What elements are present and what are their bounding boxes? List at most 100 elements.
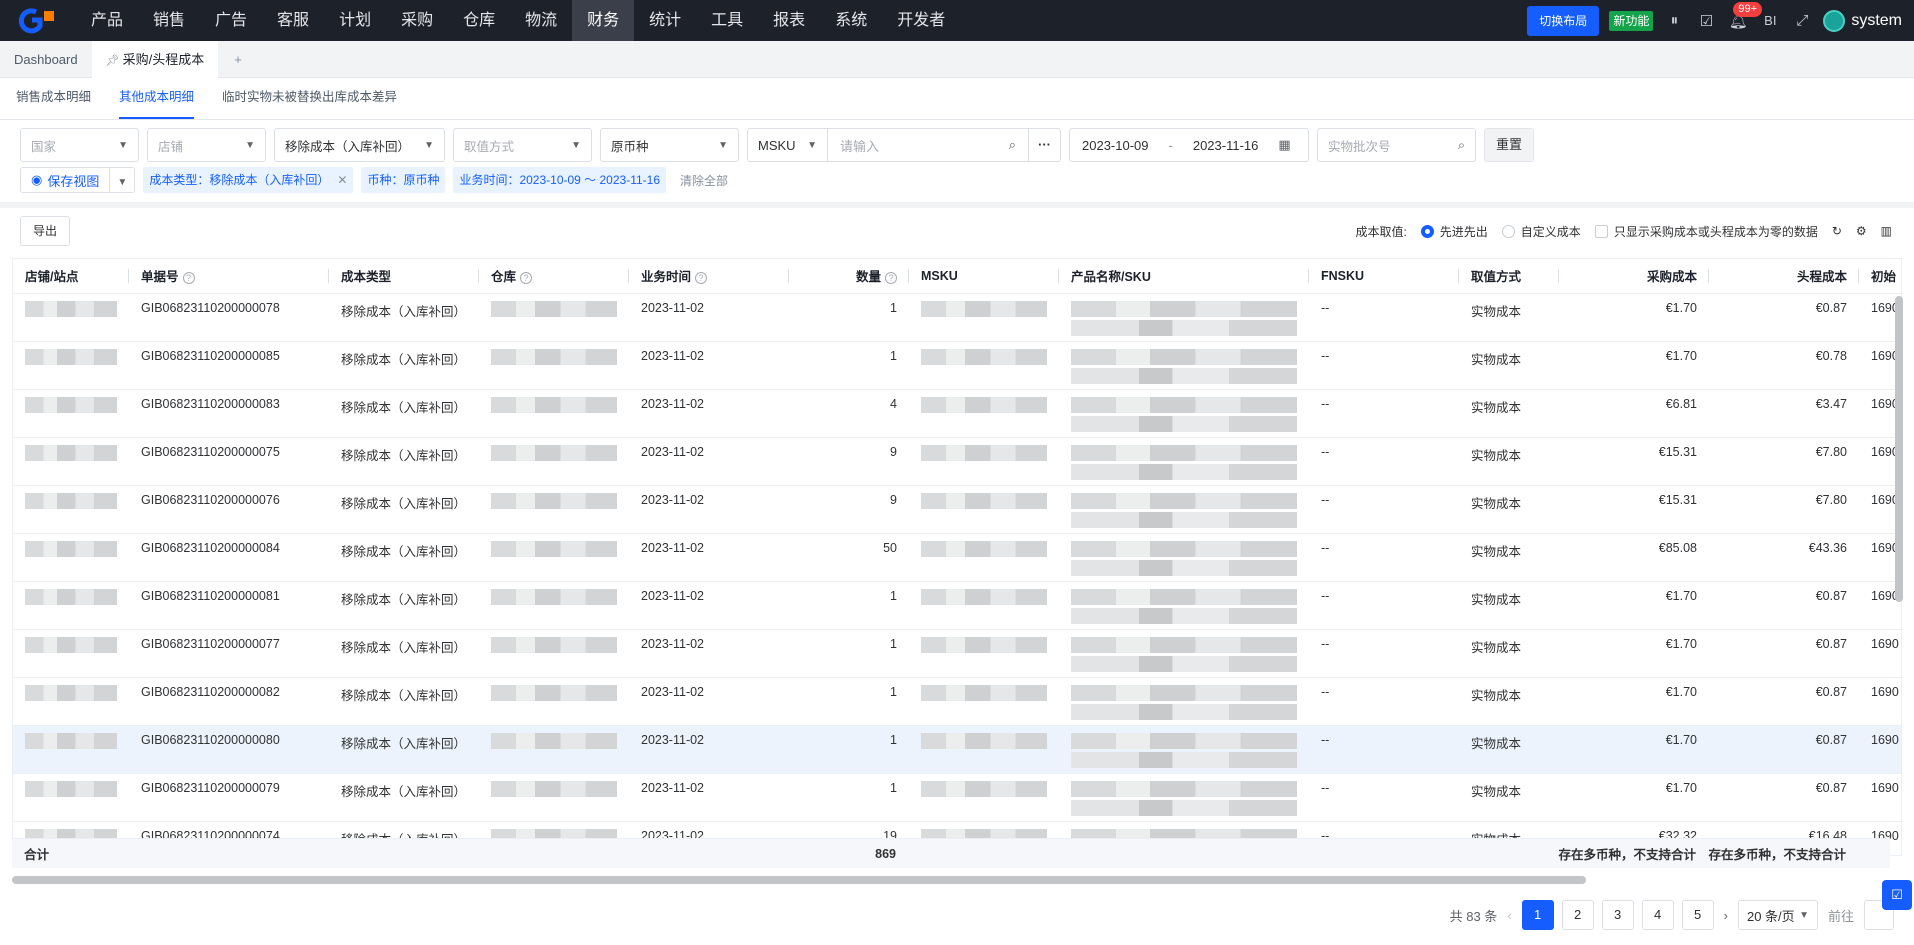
bi-link[interactable]: BI [1759,13,1781,28]
subtab-temp-diff[interactable]: 临时实物未被替换出库成本差异 [222,78,397,119]
table-row[interactable]: GIB06823110200000075 移除成本（入库补回） 2023-11-02… [13,437,1901,486]
nav-item[interactable]: 计划 [324,0,386,41]
nav-item[interactable]: 开发者 [882,0,960,41]
col-biz-time[interactable]: 业务时间? [629,259,789,294]
table-row[interactable]: GIB06823110200000076 移除成本（入库补回） 2023-11-02… [13,485,1901,534]
gear-icon[interactable]: ⚙ [1856,224,1867,238]
table-row[interactable]: GIB06823110200000079 移除成本（入库补回） 2023-11-02… [13,773,1901,822]
bell-icon[interactable]: 🔔︎ 99+ [1727,1,1762,30]
cost-type-select[interactable]: 移除成本（入库补回） ▼ [274,128,445,162]
close-icon[interactable]: ✕ [337,167,347,193]
more-options-button[interactable]: ··· [1028,129,1060,161]
help-icon[interactable]: ? [182,272,195,285]
col-purchase-cost[interactable]: 采购成本 [1559,259,1709,294]
cell-product [1059,389,1309,438]
nav-item[interactable]: 工具 [696,0,758,41]
redacted-msku [921,396,1047,413]
prev-page-icon[interactable]: ‹ [1507,908,1511,923]
value-method-select[interactable]: 取值方式 ▼ [453,128,592,162]
nav-item[interactable]: 仓库 [448,0,510,41]
table-row[interactable]: GIB06823110200000078 移除成本（入库补回） 2023-11-02… [13,293,1901,342]
col-warehouse[interactable]: 仓库? [479,259,629,294]
col-method[interactable]: 取值方式 [1459,259,1559,294]
page-button[interactable]: 4 [1641,900,1674,930]
table-row[interactable]: GIB06823110200000083 移除成本（入库补回） 2023-11-02… [13,389,1901,438]
col-doc[interactable]: 单据号? [129,259,329,294]
search-icon[interactable]: ⌕ [1458,138,1465,153]
col-init[interactable]: 初始 [1859,259,1901,294]
cell-msku [909,581,1059,630]
nav-item[interactable]: 客服 [262,0,324,41]
switch-layout-button[interactable]: 切换布局 [1527,5,1600,36]
nav-item[interactable]: 系统 [820,0,882,41]
next-page-icon[interactable]: › [1724,908,1728,923]
page-size-select[interactable]: 20 条/页 ▼ [1737,900,1818,930]
cell-doc: GIB06823110200000077 [129,629,329,678]
fullscreen-icon[interactable]: ⤢ [1791,12,1813,29]
table-row[interactable]: GIB06823110200000081 移除成本（入库补回） 2023-11-02… [13,581,1901,630]
store-select[interactable]: 店铺 ▼ [147,128,266,162]
nav-item[interactable]: 财务 [572,0,635,41]
refresh-icon[interactable]: ↻ [1832,224,1842,238]
search-icon[interactable]: ⌕ [1009,137,1016,153]
horizontal-scrollbar[interactable] [12,876,1586,884]
table-row[interactable]: GIB06823110200000085 移除成本（入库补回） 2023-11-02… [13,341,1901,390]
new-feature-button[interactable]: 新功能 [1609,10,1654,31]
help-icon[interactable]: ? [885,272,897,285]
date-range-picker[interactable]: 2023-10-09 - 2023-11-16 ▦ [1069,128,1309,162]
table-row[interactable]: GIB06823110200000084 移除成本（入库补回） 2023-11-02… [13,533,1901,582]
tab-current[interactable]: 📌︎ 采购/头程成本 [91,41,219,78]
app-logo[interactable] [0,0,76,41]
nav-item[interactable]: 广告 [200,0,262,41]
currency-select[interactable]: 原币种 ▼ [600,128,739,162]
nav-item[interactable]: 统计 [634,0,696,41]
clear-all-link[interactable]: 清除全部 [680,172,728,189]
cell-product [1059,341,1309,390]
save-view-button[interactable]: ◉ 保存视图 [21,168,111,192]
nav-item[interactable]: 产品 [76,0,138,41]
page-button[interactable]: 5 [1681,900,1714,930]
tab-dashboard[interactable]: Dashboard [0,41,92,78]
only-zero-checkbox[interactable]: 只显示采购成本或头程成本为零的数据 [1594,223,1818,240]
page-button[interactable]: 3 [1601,900,1634,930]
export-button[interactable]: 导出 [20,216,70,246]
page-button[interactable]: 2 [1561,900,1594,930]
cell-qty: 50 [789,533,909,582]
vertical-scrollbar[interactable] [1895,296,1903,602]
subtab-other-cost[interactable]: 其他成本明细 [119,78,195,119]
custom-cost-radio[interactable]: 自定义成本 [1501,223,1581,240]
msku-input[interactable]: 请输入 ⌕ [828,129,1028,161]
table-row[interactable]: GIB06823110200000077 移除成本（入库补回） 2023-11-02… [13,629,1901,678]
help-icon[interactable]: ? [695,272,708,285]
col-store[interactable]: 店铺/站点 [13,259,129,294]
fifo-radio[interactable]: 先进先出 [1420,223,1488,240]
table-row[interactable]: GIB06823110200000082 移除成本（入库补回） 2023-11-02… [13,677,1901,726]
col-head-cost[interactable]: 头程成本 [1709,259,1859,294]
pause-icon[interactable]: ⏸ [1663,12,1685,29]
page-button[interactable]: 1 [1521,900,1554,930]
nav-item[interactable]: 销售 [138,0,200,41]
floating-task-icon[interactable]: ☑ [1882,880,1912,910]
msku-type-select[interactable]: MSKU ▼ [748,129,828,161]
col-msku[interactable]: MSKU [909,259,1059,294]
nav-item[interactable]: 采购 [386,0,448,41]
cell-purchase-cost: €1.70 [1559,773,1709,822]
task-icon[interactable]: ☑ [1695,12,1717,30]
col-fnsku[interactable]: FNSKU [1309,259,1459,294]
redacted-msku [921,780,1047,797]
help-icon[interactable]: ? [520,272,533,285]
add-tab-button[interactable]: + [218,41,258,77]
col-qty[interactable]: 数量? [789,259,909,294]
country-select[interactable]: 国家 ▼ [20,128,139,162]
table-row[interactable]: GIB06823110200000080 移除成本（入库补回） 2023-11-02… [13,725,1901,774]
nav-item[interactable]: 报表 [758,0,820,41]
subtab-sales-cost[interactable]: 销售成本明细 [16,78,91,119]
columns-icon[interactable]: ▥ [1881,224,1892,238]
batch-input[interactable]: 实物批次号 ⌕ [1317,128,1476,162]
save-view-dropdown[interactable]: ▼ [110,173,134,188]
col-product[interactable]: 产品名称/SKU [1059,259,1309,294]
nav-item[interactable]: 物流 [510,0,572,41]
col-cost-type[interactable]: 成本类型 [329,259,479,294]
user-menu[interactable]: system [1823,9,1902,32]
reset-button[interactable]: 重置 [1484,128,1534,162]
